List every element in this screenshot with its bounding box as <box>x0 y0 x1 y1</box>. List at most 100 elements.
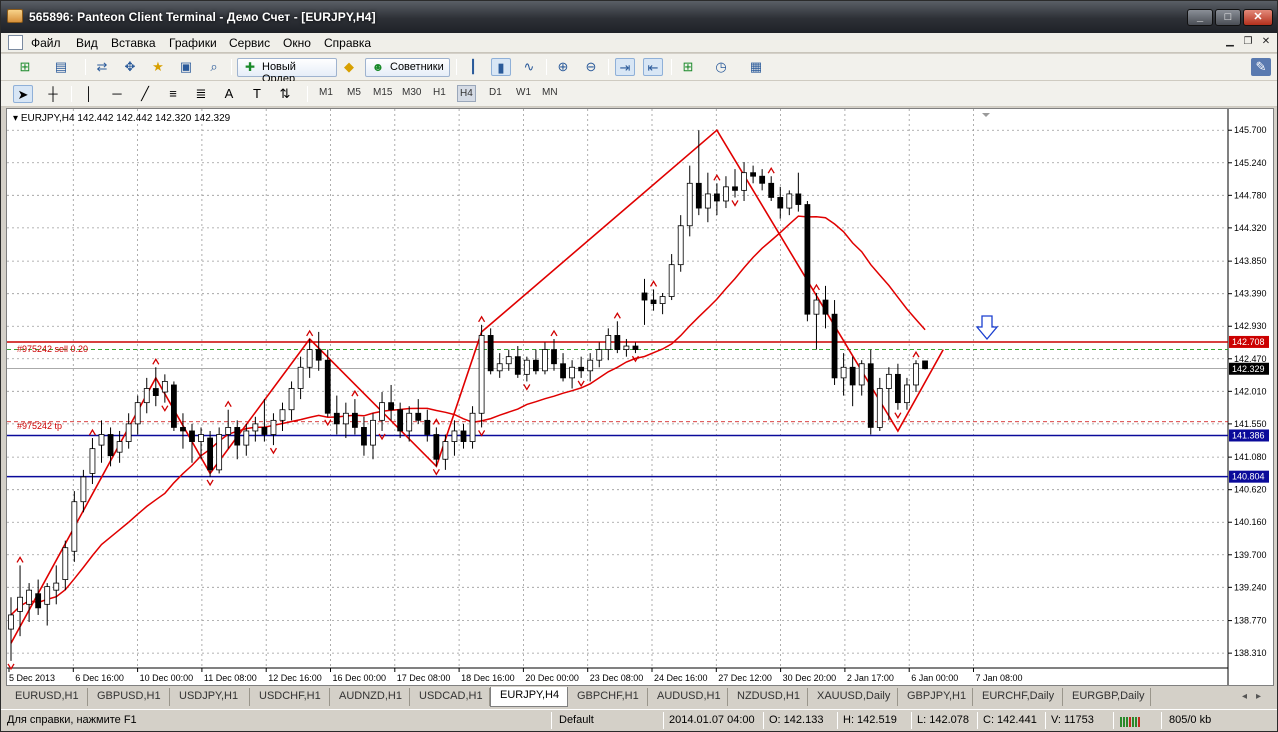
mdi-close-icon[interactable]: ✕ <box>1259 35 1273 49</box>
auto-scroll-icon[interactable]: ⇥ <box>615 58 635 76</box>
fibonacci-icon[interactable]: ≣ <box>191 85 211 103</box>
tf-mn[interactable]: MN <box>542 87 558 98</box>
profiles-icon[interactable]: ▤ <box>51 58 71 76</box>
close-button[interactable]: ✕ <box>1243 9 1273 26</box>
horizontal-line-icon[interactable]: ─ <box>107 85 127 103</box>
symbol-tab[interactable]: USDCHF,H1 <box>250 688 330 706</box>
tf-h4[interactable]: H4 <box>457 85 476 102</box>
status-datetime: 2014.01.07 04:00 <box>669 714 755 726</box>
templates-icon[interactable]: ▦ <box>746 58 766 76</box>
candle-body <box>732 186 738 191</box>
mdi-minimize-icon[interactable]: ▁ <box>1223 35 1237 49</box>
cursor-icon[interactable]: ➤ <box>13 85 33 103</box>
candle-body <box>134 402 141 425</box>
candle-body <box>849 366 856 386</box>
expert-advisors-button[interactable]: ☻ Советники <box>365 58 450 77</box>
symbol-tab[interactable]: EURGBP,Daily <box>1063 688 1151 706</box>
status-help: Для справки, нажмите F1 <box>7 714 137 726</box>
symbol-tab[interactable]: USDJPY,H1 <box>170 688 250 706</box>
symbol-tab[interactable]: NZDUSD,H1 <box>728 688 808 706</box>
menu-charts[interactable]: Графики <box>169 36 217 50</box>
candle-body <box>831 313 838 379</box>
data-window-icon[interactable]: ✥ <box>120 58 140 76</box>
candle-body <box>351 412 358 428</box>
candle-body <box>26 589 33 605</box>
tf-d1[interactable]: D1 <box>489 87 502 98</box>
take-profit-label: #975242 tp <box>17 421 62 431</box>
metaeditor-icon[interactable]: ◆ <box>339 58 359 76</box>
line-chart-icon[interactable]: ∿ <box>519 58 539 76</box>
price-tick-label: 138.310 <box>1234 648 1267 658</box>
candle-body <box>216 434 223 471</box>
notifications-icon[interactable]: ✎ <box>1251 58 1271 76</box>
chart-header-text: EURJPY,H4 142.442 142.442 142.320 142.32… <box>21 113 231 124</box>
menu-help[interactable]: Справка <box>324 36 371 50</box>
status-low: L: 142.078 <box>917 714 969 726</box>
price-tick-label: 141.080 <box>1234 452 1267 462</box>
symbol-tab[interactable]: EURJPY,H4 <box>490 687 568 707</box>
tab-scroll-left-icon[interactable]: ◂ <box>1242 691 1247 702</box>
maximize-button[interactable]: □ <box>1215 9 1241 26</box>
price-tick-label: 140.160 <box>1234 517 1267 527</box>
market-watch-icon[interactable]: ⇄ <box>92 58 112 76</box>
tf-m5[interactable]: M5 <box>347 87 361 98</box>
new-chart-icon[interactable]: ⊞ <box>15 58 35 76</box>
candle-body <box>632 345 639 350</box>
new-order-button[interactable]: ✚ Новый Ордер <box>237 58 337 85</box>
indicators-icon[interactable]: ⊞ <box>678 58 698 76</box>
strategy-tester-icon[interactable]: ⌕ <box>204 58 224 76</box>
candle-body <box>623 345 630 350</box>
trendline-icon[interactable]: ╱ <box>135 85 155 103</box>
arrows-icon[interactable]: ⇅ <box>275 85 295 103</box>
mdi-restore-icon[interactable]: ❐ <box>1241 35 1255 49</box>
candle-body <box>460 430 467 442</box>
symbol-tab[interactable]: GBPJPY,H1 <box>898 688 973 706</box>
symbol-tab[interactable]: AUDNZD,H1 <box>330 688 410 706</box>
zoom-out-icon[interactable]: ⊖ <box>581 58 601 76</box>
menu-view[interactable]: Вид <box>76 36 98 50</box>
status-profile: Default <box>559 714 594 726</box>
navigator-icon[interactable]: ★ <box>148 58 168 76</box>
tf-m30[interactable]: M30 <box>402 87 421 98</box>
terminal-icon[interactable]: ▣ <box>176 58 196 76</box>
tf-h1[interactable]: H1 <box>433 87 446 98</box>
time-tick-label: 6 Dec 16:00 <box>75 673 124 683</box>
menu-insert[interactable]: Вставка <box>111 36 156 50</box>
text-label-icon[interactable]: T <box>247 85 267 103</box>
chart-window[interactable]: 145.700 145.240 144.780 144.320 143.850 143.3… <box>6 108 1274 686</box>
text-icon[interactable]: A <box>219 85 239 103</box>
menu-file[interactable]: Файл <box>31 36 61 50</box>
candle-body <box>913 363 919 386</box>
candle-body <box>379 402 385 421</box>
symbol-tab[interactable]: XAUUSD,Daily <box>808 688 898 706</box>
equidistant-channel-icon[interactable]: ≡ <box>163 85 183 103</box>
menu-window[interactable]: Окно <box>283 36 311 50</box>
zoom-in-icon[interactable]: ⊕ <box>553 58 573 76</box>
tf-m1[interactable]: M1 <box>319 87 333 98</box>
expert-advisors-icon: ☻ <box>371 60 385 74</box>
minimize-button[interactable]: _ <box>1187 9 1213 26</box>
menu-tools[interactable]: Сервис <box>229 36 270 50</box>
bar-chart-icon[interactable]: ┃ <box>463 58 483 76</box>
candlestick-icon[interactable]: ▮ <box>491 58 511 76</box>
status-bar: Для справки, нажмите F1 Default 2014.01.… <box>1 709 1277 731</box>
symbol-tab[interactable]: AUDUSD,H1 <box>648 688 728 706</box>
symbol-tab[interactable]: GBPCHF,H1 <box>568 688 648 706</box>
price-tick-label: 142.010 <box>1234 386 1267 396</box>
candle-body <box>370 419 376 446</box>
crosshair-icon[interactable]: ┼ <box>43 85 63 103</box>
symbol-tab[interactable]: USDCAD,H1 <box>410 688 490 706</box>
symbol-tab[interactable]: EURUSD,H1 <box>6 688 88 706</box>
symbol-tab[interactable]: GBPUSD,H1 <box>88 688 170 706</box>
candle-body <box>17 596 23 612</box>
tab-scroll-right-icon[interactable]: ▸ <box>1256 691 1261 702</box>
tf-m15[interactable]: M15 <box>373 87 392 98</box>
chart-shift-icon[interactable]: ⇤ <box>643 58 663 76</box>
tf-w1[interactable]: W1 <box>516 87 531 98</box>
periods-icon[interactable]: ◷ <box>711 58 731 76</box>
candle-body <box>152 388 159 396</box>
price-chart[interactable]: 145.700 145.240 144.780 144.320 143.850 143.3… <box>7 109 1273 685</box>
connection-status-icon <box>1120 717 1140 727</box>
vertical-line-icon[interactable]: │ <box>79 85 99 103</box>
symbol-tab[interactable]: EURCHF,Daily <box>973 688 1063 706</box>
